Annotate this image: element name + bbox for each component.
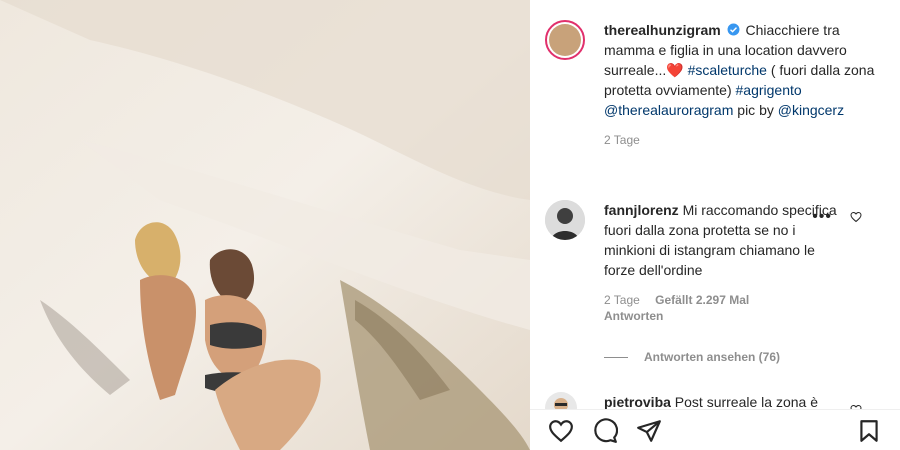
post-action-bar — [530, 409, 900, 450]
caption-text: therealhunzigram Chiacchiere tra mamma e… — [604, 20, 890, 120]
verified-icon — [727, 23, 740, 36]
reply-button[interactable]: Antworten — [604, 308, 890, 324]
like-icon[interactable] — [548, 418, 574, 444]
post-caption: therealhunzigram Chiacchiere tra mamma e… — [545, 20, 890, 148]
heart-icon[interactable] — [850, 211, 862, 223]
commenter-avatar[interactable] — [545, 200, 585, 240]
commenter-username[interactable]: pietroviba — [604, 394, 671, 410]
comment-likes[interactable]: Gefällt 2.297 Mal — [655, 293, 749, 307]
hashtag-agrigento[interactable]: #agrigento — [736, 82, 802, 98]
author-avatar[interactable] — [545, 20, 585, 60]
hashtag-scaleturche[interactable]: #scaleturche — [688, 62, 767, 78]
bookmark-icon[interactable] — [856, 418, 882, 444]
post-sidebar: therealhunzigram Chiacchiere tra mamma e… — [530, 0, 900, 450]
caption-meta: 2 Tage — [604, 132, 890, 148]
caption-pic-by: pic by — [737, 102, 774, 118]
share-icon[interactable] — [636, 418, 662, 444]
comment-actions: ••• — [812, 208, 862, 226]
view-replies-label: Antworten ansehen (76) — [644, 350, 781, 364]
heart-emoji: ❤️ — [666, 62, 684, 78]
mention-therealauroragram[interactable]: @therealauroragram — [604, 102, 733, 118]
author-username[interactable]: therealhunzigram — [604, 22, 721, 38]
more-icon[interactable]: ••• — [812, 208, 832, 226]
comment-item: fannjlorenz Mi raccomando specifica fuor… — [545, 200, 890, 324]
comment-meta: 2 Tage Gefällt 2.297 Mal Antworten — [604, 292, 890, 324]
comment-body: Post surreale la zona è — [674, 394, 818, 410]
photo-scene — [0, 0, 530, 450]
comment-time[interactable]: 2 Tage — [604, 293, 640, 307]
post-photo[interactable] — [0, 0, 530, 450]
mention-kingcerz[interactable]: @kingcerz — [778, 102, 844, 118]
replies-divider — [604, 356, 628, 358]
view-replies-button[interactable]: Antworten ansehen (76) — [604, 350, 780, 364]
comment-icon[interactable] — [592, 418, 618, 444]
commenter-username[interactable]: fannjlorenz — [604, 202, 679, 218]
post-time[interactable]: 2 Tage — [604, 133, 640, 147]
